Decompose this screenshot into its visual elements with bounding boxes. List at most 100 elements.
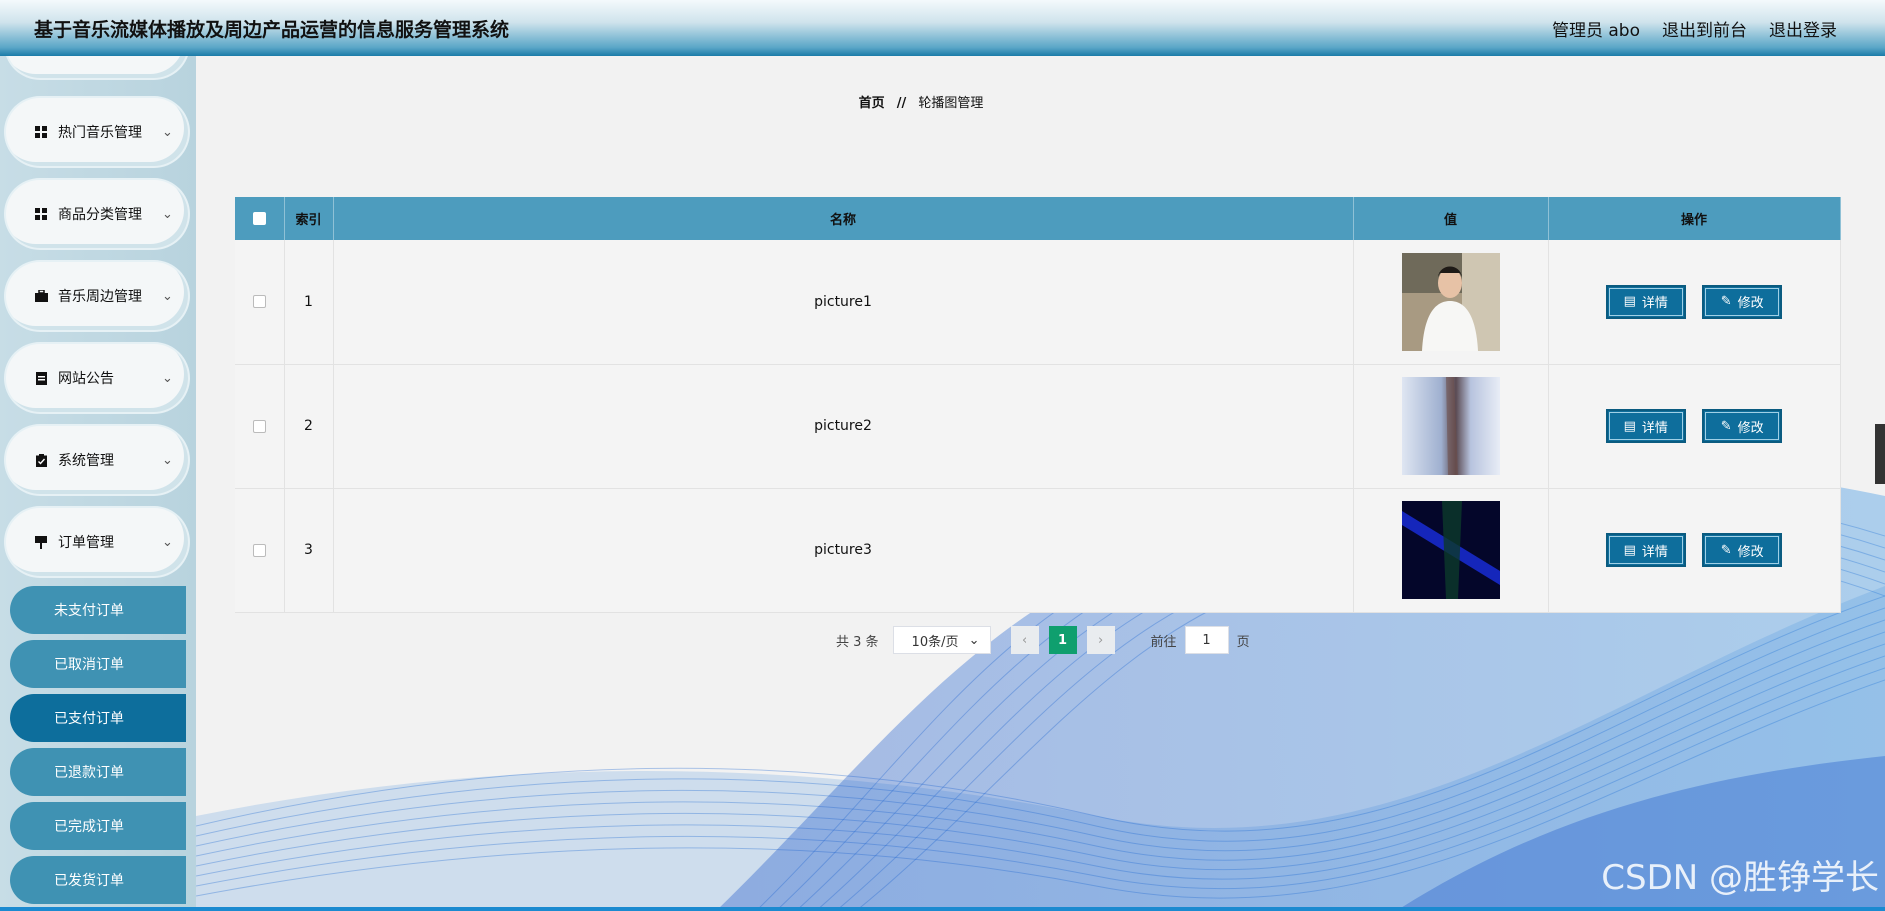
edit-button[interactable]: ✎ 修改 (1702, 409, 1783, 443)
sidebar-item-hot-music[interactable]: 热门音乐管理 ⌄ (6, 98, 188, 166)
chevron-down-icon: ⌄ (162, 288, 173, 304)
row-index: 2 (284, 364, 334, 489)
chevron-down-icon: ⌄ (162, 534, 173, 550)
prev-page-button[interactable]: ‹ (1010, 626, 1039, 654)
portrait-image (1401, 252, 1500, 351)
chevron-right-icon: › (1097, 632, 1104, 648)
document-icon: ▤ (1623, 294, 1636, 310)
document-icon (34, 371, 48, 385)
bottom-progress-line (0, 907, 1885, 911)
pencil-icon: ✎ (1720, 418, 1732, 434)
sidebar-item-category[interactable]: 商品分类管理 ⌄ (6, 180, 188, 248)
row-checkbox[interactable] (252, 295, 266, 309)
sidebar-item-label: 热门音乐管理 (58, 125, 142, 141)
col-header-name: 名称 (333, 197, 1354, 240)
chevron-down-icon: ⌄ (162, 124, 173, 140)
table-row: 2 picture2 ▤ 详情 ✎ 修改 (235, 364, 1841, 489)
row-index: 3 (284, 488, 334, 613)
logout-link[interactable]: 退出登录 (1769, 16, 1837, 41)
select-all-cell (235, 197, 285, 240)
total-count: 共 3 条 (836, 634, 879, 650)
pencil-icon: ✎ (1720, 542, 1732, 558)
sidebar-sub-refunded[interactable]: 已退款订单 (10, 748, 186, 796)
chevron-down-icon: ⌄ (162, 370, 173, 386)
sidebar-item-label: 商品分类管理 (58, 207, 142, 223)
page-size-value: 10条/页 (911, 634, 959, 650)
sidebar-item-orders[interactable]: 订单管理 ⌄ (6, 508, 188, 576)
edit-button[interactable]: ✎ 修改 (1702, 533, 1783, 567)
page-number-current[interactable]: 1 (1048, 626, 1077, 654)
row-select-cell (235, 364, 285, 489)
sidebar-item-label: 音乐周边管理 (58, 289, 142, 305)
breadcrumb: 首页 // 轮播图管理 (196, 92, 1646, 111)
goto-page: 前往 1 页 (1151, 626, 1250, 654)
sidebar-item-notice[interactable]: 网站公告 ⌄ (6, 344, 188, 412)
current-user[interactable]: 管理员 abo (1552, 16, 1640, 41)
detail-button[interactable]: ▤ 详情 (1605, 409, 1686, 443)
page-size-select[interactable]: 10条/页 ⌄ (892, 626, 991, 654)
row-actions: ▤ 详情 ✎ 修改 (1548, 240, 1841, 365)
row-select-cell (235, 240, 285, 365)
blurred-figure-image (1401, 377, 1500, 475)
table-row: 3 picture3 ▤ 详情 ✎ 修改 (235, 488, 1841, 613)
row-value-cell (1353, 364, 1549, 489)
pencil-icon: ✎ (1720, 294, 1732, 310)
app-title: 基于音乐流媒体播放及周边产品运营的信息服务管理系统 (34, 18, 510, 41)
back-to-front-link[interactable]: 退出到前台 (1662, 16, 1747, 41)
row-actions: ▤ 详情 ✎ 修改 (1548, 488, 1841, 613)
breadcrumb-home[interactable]: 首页 (859, 96, 885, 111)
chevron-left-icon: ‹ (1021, 632, 1028, 648)
sidebar-item-system[interactable]: 系统管理 ⌄ (6, 426, 188, 494)
stage-image (1401, 501, 1500, 599)
row-checkbox[interactable] (252, 419, 266, 433)
sidebar-sub-unpaid[interactable]: 未支付订单 (10, 586, 186, 634)
data-table: 索引 名称 值 操作 1 picture1 ▤ 详情 ✎ 修改 2 pictur… (235, 197, 1841, 613)
detail-button[interactable]: ▤ 详情 (1605, 533, 1686, 567)
table-row: 1 picture1 ▤ 详情 ✎ 修改 (235, 240, 1841, 365)
grid-icon (34, 125, 48, 139)
top-bar: 基于音乐流媒体播放及周边产品运营的信息服务管理系统 管理员 abo 退出到前台 … (0, 0, 1885, 56)
goto-page-input[interactable]: 1 (1184, 626, 1229, 654)
goto-prefix: 前往 (1150, 634, 1177, 650)
sidebar-item-partial[interactable] (6, 56, 188, 78)
col-header-actions: 操作 (1548, 197, 1841, 240)
sidebar-sub-paid[interactable]: 已支付订单 (10, 694, 186, 742)
sidebar-item-label: 系统管理 (58, 453, 114, 469)
sidebar-item-merch[interactable]: 音乐周边管理 ⌄ (6, 262, 188, 330)
flag-icon (34, 535, 48, 549)
row-value-cell (1353, 488, 1549, 613)
table-header-row: 索引 名称 值 操作 (235, 197, 1841, 240)
clipboard-icon (34, 453, 48, 467)
row-name: picture2 (333, 364, 1354, 489)
next-page-button[interactable]: › (1086, 626, 1115, 654)
row-actions: ▤ 详情 ✎ 修改 (1548, 364, 1841, 489)
briefcase-icon (34, 289, 48, 303)
document-icon: ▤ (1623, 542, 1636, 558)
sidebar-sub-completed[interactable]: 已完成订单 (10, 802, 186, 850)
row-index: 1 (284, 240, 334, 365)
edit-button[interactable]: ✎ 修改 (1702, 284, 1783, 319)
sidebar-item-label: 网站公告 (58, 371, 114, 387)
grid-icon (34, 207, 48, 221)
breadcrumb-current: 轮播图管理 (918, 96, 984, 111)
row-value-cell (1353, 240, 1549, 365)
col-header-index: 索引 (284, 197, 334, 240)
col-header-value: 值 (1353, 197, 1549, 240)
row-name: picture3 (333, 488, 1354, 613)
document-icon: ▤ (1623, 418, 1636, 434)
chevron-down-icon: ⌄ (162, 206, 173, 222)
scrollbar-thumb[interactable] (1875, 424, 1885, 484)
row-name: picture1 (333, 240, 1354, 365)
pagination: 共 3 条 10条/页 ⌄ ‹ 1 › 前往 1 页 (836, 626, 1250, 654)
sidebar-sub-cancelled[interactable]: 已取消订单 (10, 640, 186, 688)
row-select-cell (235, 488, 285, 613)
detail-button[interactable]: ▤ 详情 (1605, 284, 1686, 319)
row-checkbox[interactable] (252, 543, 266, 557)
sidebar-sub-shipped[interactable]: 已发货订单 (10, 856, 186, 904)
goto-suffix: 页 (1236, 634, 1250, 650)
main-content: 首页 // 轮播图管理 索引 名称 值 操作 1 picture1 ▤ 详情 ✎… (196, 56, 1885, 911)
chevron-down-icon: ⌄ (162, 452, 173, 468)
select-all-checkbox[interactable] (252, 212, 266, 225)
sidebar-item-label: 订单管理 (58, 535, 114, 551)
sidebar: 热门音乐管理 ⌄ 商品分类管理 ⌄ 音乐周边管理 ⌄ 网站公告 ⌄ 系统管理 ⌄ (0, 56, 196, 911)
